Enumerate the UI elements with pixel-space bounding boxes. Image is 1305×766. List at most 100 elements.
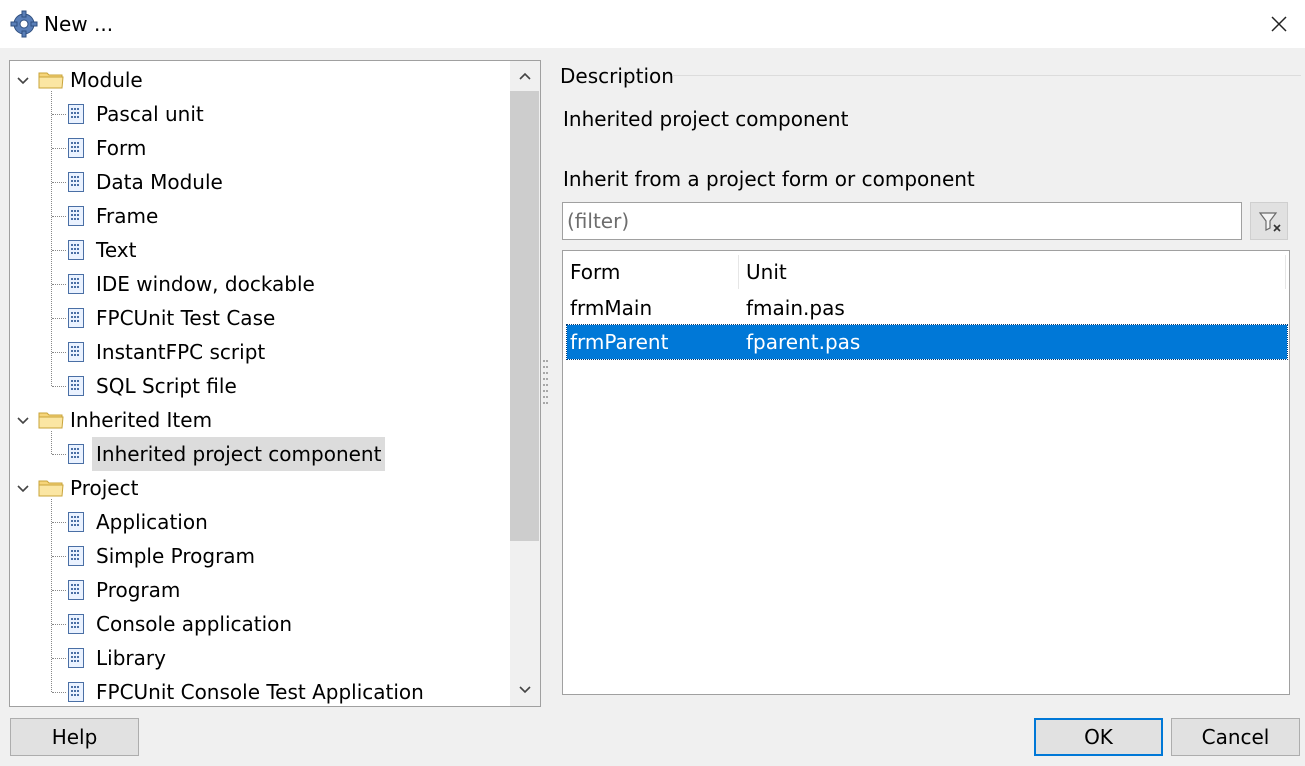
document-icon — [68, 376, 84, 396]
tree-item-label: Pascal unit — [96, 102, 204, 126]
tree-group-label: Project — [70, 476, 139, 500]
tree-group[interactable]: Module — [10, 63, 510, 97]
group-divider — [672, 75, 1301, 76]
tree-item-label: Program — [96, 578, 181, 602]
tree-group-label: Module — [70, 68, 143, 92]
title-bar: New ... — [0, 0, 1305, 48]
tree-item-label: Inherited project component — [92, 437, 386, 471]
tree-item-label: InstantFPC script — [96, 340, 266, 364]
document-icon — [68, 274, 84, 294]
tree-item-label: Frame — [96, 204, 159, 228]
tree-item-label: Text — [96, 238, 137, 262]
document-icon — [68, 138, 84, 158]
cell-form: frmMain — [570, 296, 653, 320]
ok-button[interactable]: OK — [1034, 718, 1163, 756]
splitter-handle[interactable] — [543, 358, 549, 408]
tree-connector — [52, 692, 66, 693]
column-header-unit[interactable]: Unit — [739, 251, 1284, 291]
tree-item-label: SQL Script file — [96, 374, 237, 398]
tree-item[interactable]: Frame — [10, 199, 510, 233]
tree-connector — [52, 386, 66, 387]
tree-item-label: Data Module — [96, 170, 223, 194]
document-icon — [68, 308, 84, 328]
tree-connector — [52, 114, 66, 115]
tree-connector — [52, 318, 66, 319]
close-icon[interactable] — [1263, 8, 1295, 40]
folder-icon — [38, 70, 64, 90]
tree-connector — [52, 658, 66, 659]
tree-item-label: Form — [96, 136, 147, 160]
chevron-down-icon[interactable] — [16, 413, 30, 427]
cancel-button[interactable]: Cancel — [1171, 718, 1300, 756]
tree-item[interactable]: FPCUnit Test Case — [10, 301, 510, 335]
filter-clear-icon — [1258, 212, 1281, 232]
document-icon — [68, 648, 84, 668]
tree-scrollbar[interactable] — [510, 61, 540, 706]
tree-item[interactable]: Inherited project component — [10, 437, 510, 471]
tree-connector — [52, 522, 66, 523]
column-header-form[interactable]: Form — [563, 251, 738, 291]
tree-item[interactable]: Library — [10, 641, 510, 675]
tree-item[interactable]: SQL Script file — [10, 369, 510, 403]
component-list[interactable]: Form Unit frmMain fmain.pas frmParent fp… — [562, 250, 1290, 695]
tree-item[interactable]: Pascal unit — [10, 97, 510, 131]
tree-connector — [51, 91, 52, 386]
cell-unit: fmain.pas — [746, 296, 845, 320]
tree-group[interactable]: Inherited Item — [10, 403, 510, 437]
tree-item[interactable]: IDE window, dockable — [10, 267, 510, 301]
list-row-selected[interactable]: frmParent fparent.pas — [566, 324, 1288, 360]
description-group-label: Description — [560, 64, 674, 88]
tree-item[interactable]: Form — [10, 131, 510, 165]
document-icon — [68, 342, 84, 362]
tree-connector — [52, 148, 66, 149]
tree-connector — [52, 216, 66, 217]
tree-connector — [52, 590, 66, 591]
document-icon — [68, 682, 84, 702]
scroll-thumb[interactable] — [510, 91, 539, 541]
tree-item-label: FPCUnit Test Case — [96, 306, 276, 330]
tree-item-label: IDE window, dockable — [96, 272, 315, 296]
document-icon — [68, 546, 84, 566]
tree-item[interactable]: Text — [10, 233, 510, 267]
filter-input[interactable] — [562, 202, 1242, 240]
chevron-down-icon[interactable] — [16, 73, 30, 87]
document-icon — [68, 104, 84, 124]
tree-item[interactable]: Program — [10, 573, 510, 607]
chevron-down-icon[interactable] — [16, 481, 30, 495]
tree-item-label: Application — [96, 510, 208, 534]
document-icon — [68, 206, 84, 226]
tree-item[interactable]: FPCUnit Console Test Application — [10, 675, 510, 706]
tree-item[interactable]: Simple Program — [10, 539, 510, 573]
column-separator[interactable] — [1285, 255, 1286, 289]
folder-icon — [38, 478, 64, 498]
scroll-up-icon[interactable] — [518, 69, 532, 83]
document-icon — [68, 512, 84, 532]
tree-connector — [51, 431, 52, 454]
tree-item-label: FPCUnit Console Test Application — [96, 680, 424, 704]
tree-item[interactable]: Data Module — [10, 165, 510, 199]
cell-form: frmParent — [570, 330, 669, 354]
tree-connector — [52, 250, 66, 251]
tree-item[interactable]: Application — [10, 505, 510, 539]
help-button[interactable]: Help — [10, 718, 139, 756]
template-tree[interactable]: Module Pascal unit Form Data Module Frame Tex… — [9, 60, 541, 707]
tree-item-label: Console application — [96, 612, 293, 636]
inherit-label: Inherit from a project form or component — [563, 167, 975, 191]
document-icon — [68, 580, 84, 600]
folder-icon — [38, 410, 64, 430]
tree-group[interactable]: Project — [10, 471, 510, 505]
document-icon — [68, 614, 84, 634]
filter-clear-button[interactable] — [1250, 202, 1288, 240]
tree-connector — [52, 624, 66, 625]
list-row[interactable]: frmMain fmain.pas — [567, 291, 1287, 325]
scroll-down-icon[interactable] — [518, 683, 532, 697]
tree-connector — [52, 352, 66, 353]
tree-item[interactable]: InstantFPC script — [10, 335, 510, 369]
cell-unit: fparent.pas — [746, 330, 861, 354]
tree-connector — [52, 454, 66, 455]
list-header: Form Unit — [563, 251, 1289, 291]
tree-item[interactable]: Console application — [10, 607, 510, 641]
document-icon — [68, 444, 84, 464]
tree-connector — [51, 499, 52, 692]
gear-icon — [10, 10, 38, 38]
